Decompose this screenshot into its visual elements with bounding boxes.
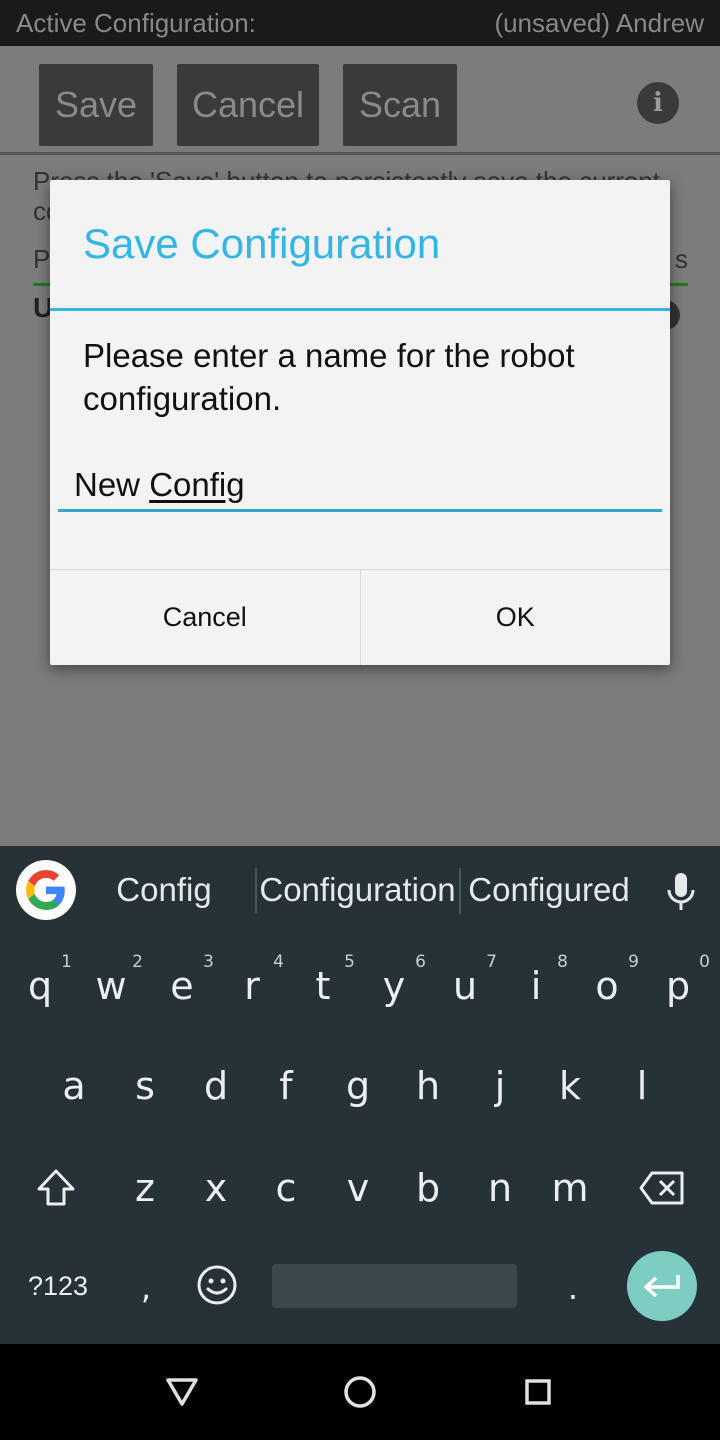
key-c[interactable]: c xyxy=(250,1138,322,1238)
composing-text: Config xyxy=(149,465,245,503)
enter-arrow-icon xyxy=(644,1275,680,1298)
config-name-input[interactable]: New Config xyxy=(58,460,662,512)
info-icon[interactable]: i xyxy=(637,82,679,124)
space-bar[interactable] xyxy=(272,1264,517,1308)
key-y[interactable]: y6 xyxy=(358,936,430,1036)
key-q[interactable]: q1 xyxy=(4,936,76,1036)
suggestion-divider xyxy=(459,868,461,914)
cancel-button[interactable]: Cancel xyxy=(177,64,319,146)
toolbar-divider xyxy=(0,152,720,155)
dialog-title-divider xyxy=(50,308,670,311)
key-d[interactable]: d xyxy=(180,1036,252,1136)
period-key[interactable]: . xyxy=(537,1238,609,1338)
key-p[interactable]: p0 xyxy=(642,936,714,1036)
suggestion-3[interactable]: Configured xyxy=(463,846,635,934)
dialog-message: Please enter a name for the robot config… xyxy=(83,337,575,417)
key-v[interactable]: v xyxy=(322,1138,394,1238)
key-h[interactable]: h xyxy=(392,1036,464,1136)
key-o[interactable]: o9 xyxy=(571,936,643,1036)
active-config-value: (unsaved) Andrew xyxy=(494,7,704,38)
key-k[interactable]: k xyxy=(534,1036,606,1136)
suggestion-strip: Config Configuration Configured xyxy=(0,846,720,934)
key-j[interactable]: j xyxy=(464,1036,536,1136)
emoji-smiley-icon xyxy=(197,1265,237,1305)
scan-button[interactable]: Scan xyxy=(343,64,457,146)
backspace-key[interactable] xyxy=(624,1138,700,1238)
system-nav-bar xyxy=(0,1344,720,1440)
back-triangle-icon[interactable] xyxy=(162,1372,202,1412)
suggestion-2[interactable]: Configuration xyxy=(259,846,455,934)
key-s[interactable]: s xyxy=(109,1036,181,1136)
key-f[interactable]: f xyxy=(250,1036,322,1136)
dialog-button-bar: Cancel OK xyxy=(50,569,670,665)
key-b[interactable]: b xyxy=(392,1138,464,1238)
symbols-key[interactable]: ?123 xyxy=(18,1264,98,1308)
active-config-bar: Active Configuration: (unsaved) Andrew xyxy=(0,0,720,46)
key-z[interactable]: z xyxy=(109,1138,181,1238)
home-circle-icon[interactable] xyxy=(340,1372,380,1412)
suggestion-divider xyxy=(255,868,257,914)
soft-keyboard: q1 w2 e3 r4 t5 y6 u7 i8 o9 p0 a s d f g … xyxy=(0,934,720,1344)
recents-square-icon[interactable] xyxy=(518,1372,558,1412)
key-u[interactable]: u7 xyxy=(429,936,501,1036)
comma-key[interactable]: , xyxy=(110,1238,182,1338)
save-button[interactable]: Save xyxy=(39,64,153,146)
save-configuration-dialog: Save Configuration Please enter a name f… xyxy=(50,180,670,665)
key-i[interactable]: i8 xyxy=(500,936,572,1036)
google-logo-icon[interactable] xyxy=(16,860,76,920)
instructions-text-2: P xyxy=(33,244,51,274)
dialog-title: Save Configuration xyxy=(83,220,441,267)
key-r[interactable]: r4 xyxy=(216,936,288,1036)
key-m[interactable]: m xyxy=(534,1138,606,1238)
key-a[interactable]: a xyxy=(38,1036,110,1136)
dialog-cancel-button[interactable]: Cancel xyxy=(50,570,360,665)
suggestion-1[interactable]: Config xyxy=(90,846,238,934)
key-n[interactable]: n xyxy=(464,1138,536,1238)
key-x[interactable]: x xyxy=(180,1138,252,1238)
shift-key[interactable] xyxy=(20,1138,92,1238)
dialog-ok-button[interactable]: OK xyxy=(359,570,671,665)
shift-arrow-icon xyxy=(37,1169,75,1206)
key-e[interactable]: e3 xyxy=(146,936,218,1036)
active-config-label: Active Configuration: xyxy=(16,7,256,38)
key-l[interactable]: l xyxy=(606,1036,678,1136)
key-t[interactable]: t5 xyxy=(287,936,359,1036)
microphone-icon[interactable] xyxy=(664,872,698,912)
instructions-text-2-end: s xyxy=(675,244,688,274)
backspace-icon xyxy=(639,1171,684,1205)
emoji-key[interactable] xyxy=(184,1252,250,1318)
key-g[interactable]: g xyxy=(322,1036,394,1136)
key-w[interactable]: w2 xyxy=(75,936,147,1036)
enter-key[interactable] xyxy=(627,1251,697,1321)
